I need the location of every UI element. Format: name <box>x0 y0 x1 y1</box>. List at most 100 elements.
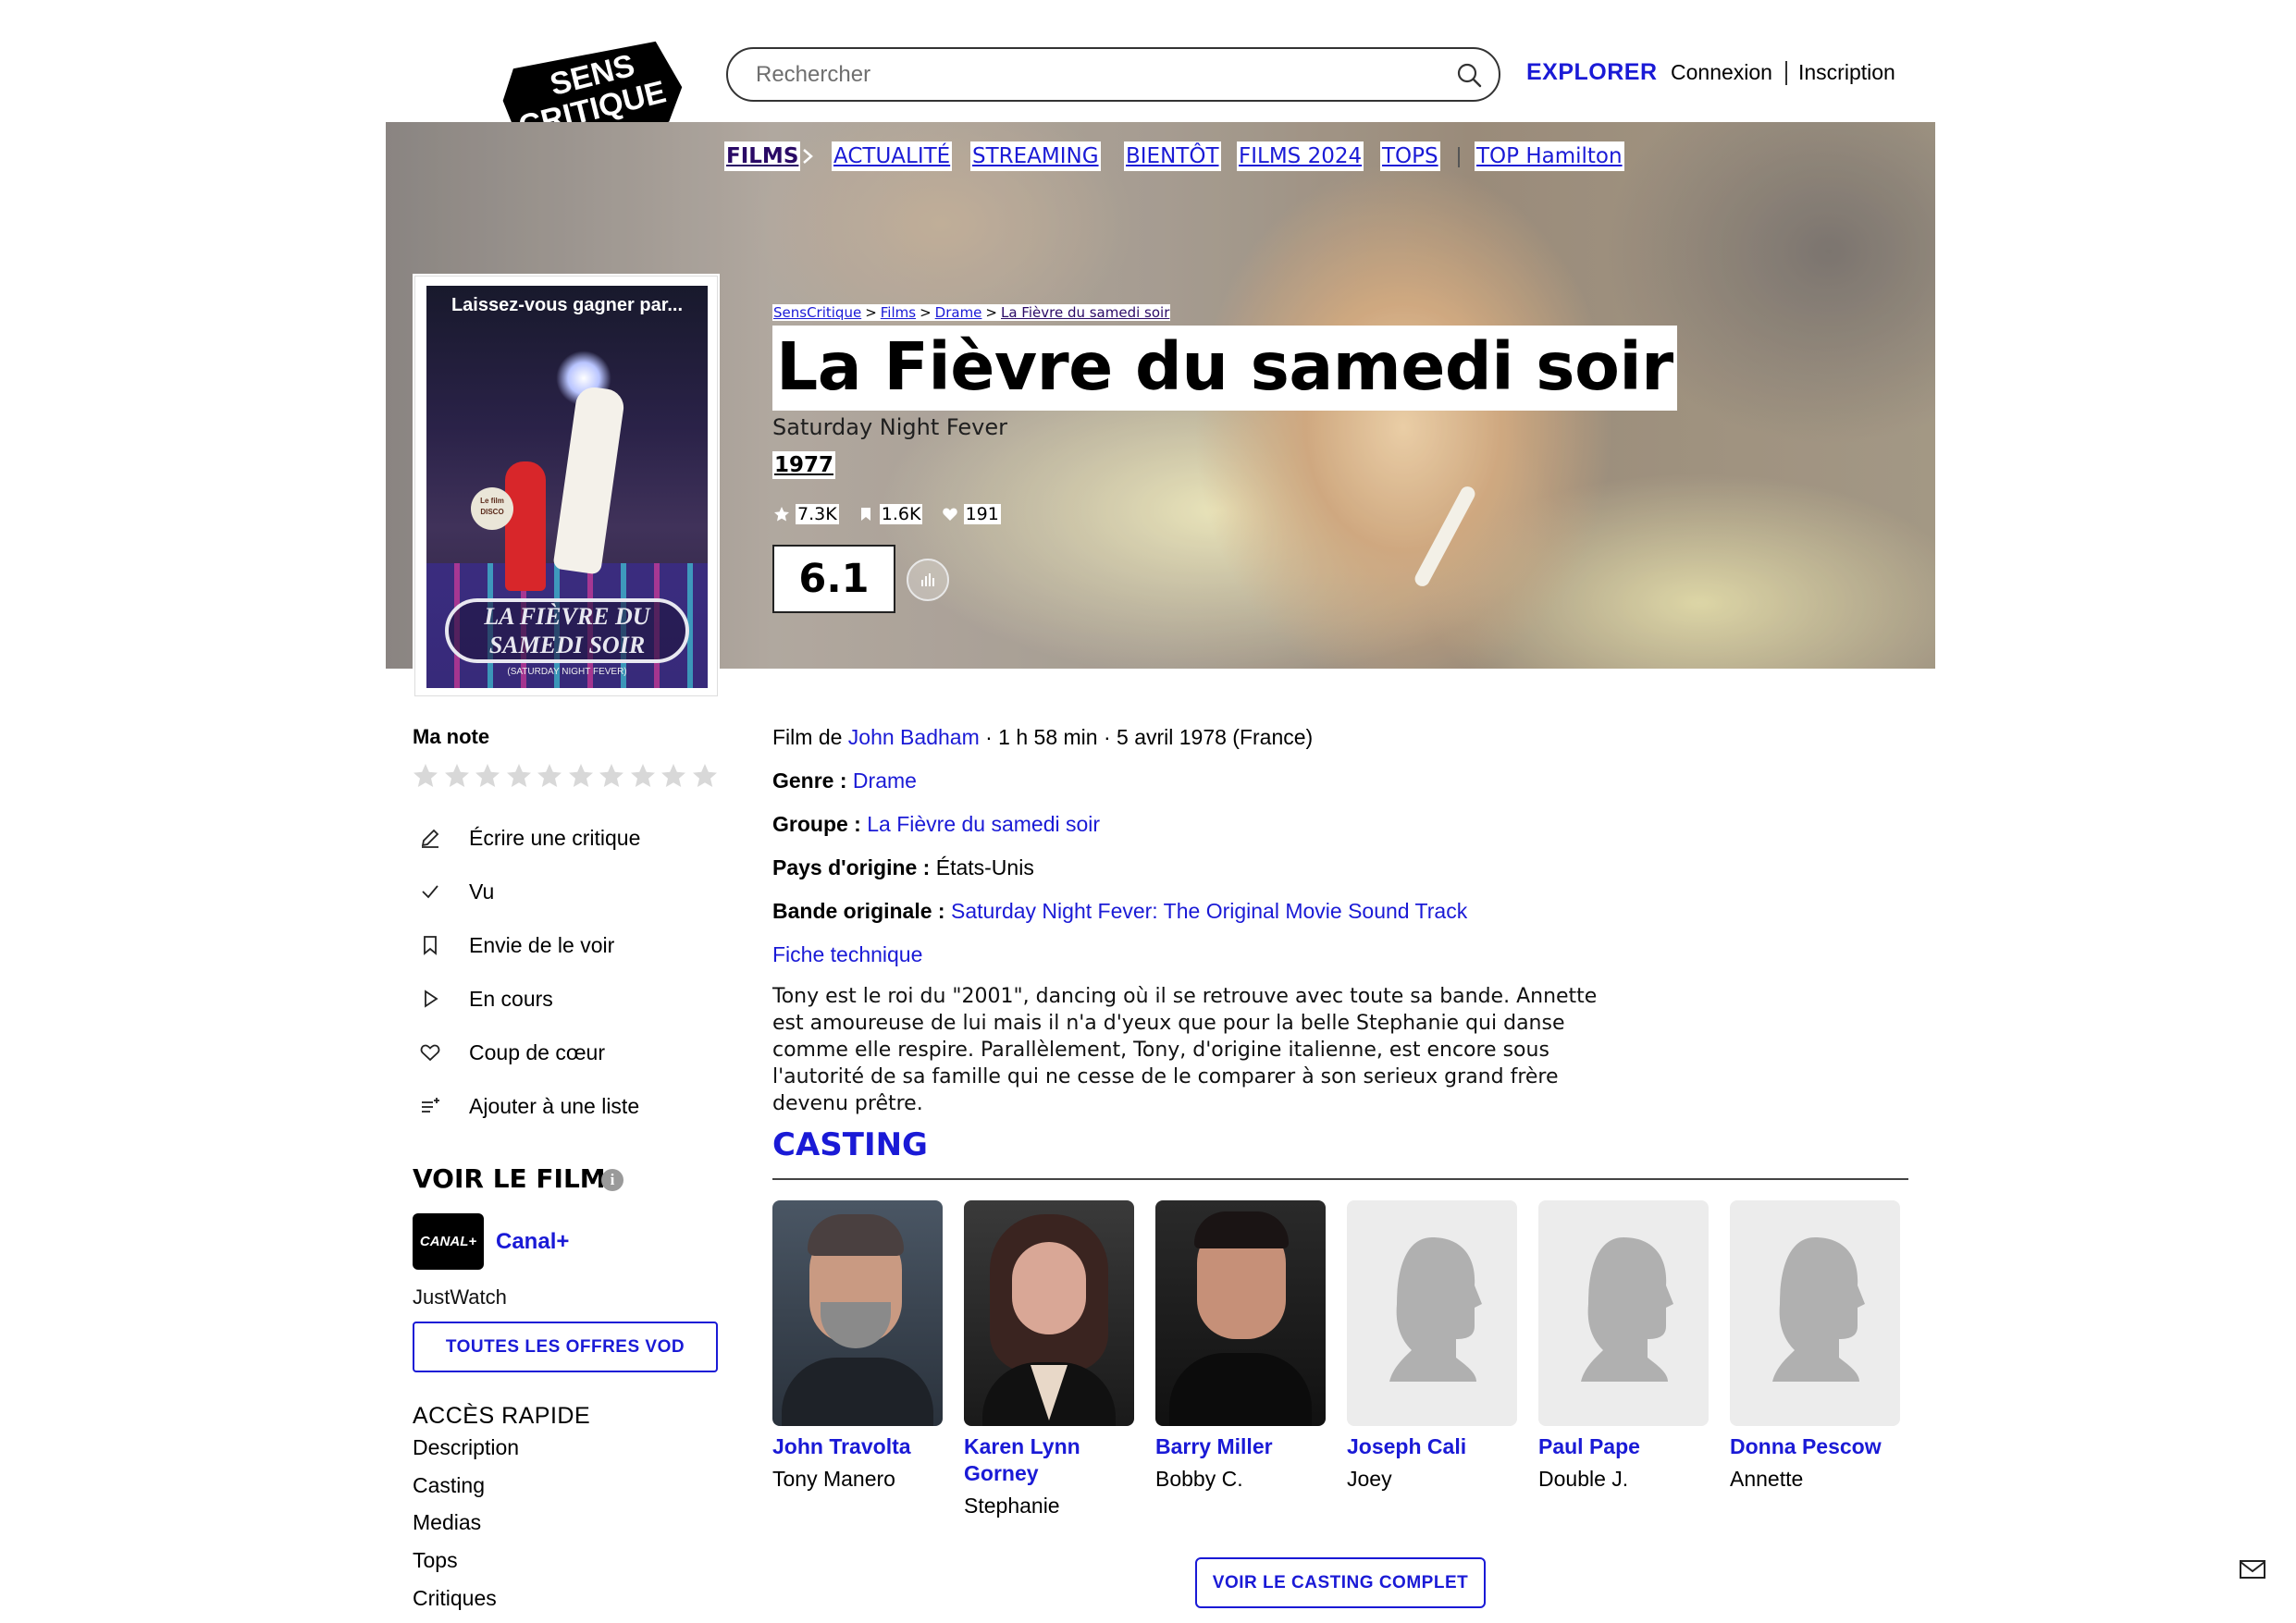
mail-icon[interactable] <box>2239 1558 2266 1580</box>
poster-subtitle: (SATURDAY NIGHT FEVER) <box>507 667 627 677</box>
check-icon <box>422 885 438 899</box>
nav-bientot[interactable]: BIENTÔT <box>1124 141 1221 171</box>
nav-streaming[interactable]: STREAMING <box>970 141 1101 171</box>
canal-plus-link[interactable]: Canal+ <box>496 1229 569 1255</box>
cast-photo-placeholder[interactable] <box>1347 1200 1517 1426</box>
wishlist-action[interactable]: Envie de le voir <box>419 929 614 961</box>
signup-link[interactable]: Inscription <box>1798 60 1895 85</box>
cast-role: Bobby C. <box>1155 1467 1243 1491</box>
director-link[interactable]: John Badham <box>848 725 980 749</box>
in-progress-action[interactable]: En cours <box>419 983 553 1014</box>
justwatch-logo[interactable]: JustWatch <box>413 1285 507 1309</box>
cast-photo-placeholder[interactable] <box>1730 1200 1900 1426</box>
cast-name[interactable]: Karen Lynn Gorney <box>964 1433 1135 1487</box>
canal-plus-logo[interactable]: CANAL+ <box>413 1213 484 1270</box>
rating-star-icon[interactable] <box>535 761 564 791</box>
poster-artwork: Laissez-vous gagner par... Le film DISCO… <box>426 286 708 688</box>
rating-star-icon[interactable] <box>597 761 626 791</box>
star-icon <box>774 507 789 522</box>
watch-section-title: VOIR LE FILM <box>413 1163 606 1194</box>
search-icon[interactable] <box>1456 62 1482 88</box>
cast-name[interactable]: Paul Pape <box>1538 1433 1710 1460</box>
group-link[interactable]: La Fièvre du samedi soir <box>867 812 1100 836</box>
release-year[interactable]: 1977 <box>772 451 836 479</box>
poster-tagline: Laissez-vous gagner par... <box>451 295 684 315</box>
seen-action[interactable]: Vu <box>419 876 494 907</box>
cast-card[interactable]: Paul Pape Double J. <box>1538 1200 1710 1493</box>
rating-star-icon[interactable] <box>411 761 440 791</box>
cast-photo[interactable] <box>1155 1200 1326 1426</box>
movie-stats: 7.3K 1.6K 191 <box>772 504 1014 530</box>
breadcrumb-senscritique[interactable]: SensCritique <box>772 304 863 321</box>
tech-sheet-link[interactable]: Fiche technique <box>772 942 922 966</box>
cast-role: Tony Manero <box>772 1467 895 1491</box>
rating-star-icon[interactable] <box>690 761 720 791</box>
nav-divider <box>1458 147 1460 167</box>
rating-star-icon[interactable] <box>566 761 596 791</box>
soundtrack-link[interactable]: Saturday Night Fever: The Original Movie… <box>951 899 1467 923</box>
cast-name[interactable]: John Travolta <box>772 1433 944 1460</box>
casting-title: CASTING <box>772 1126 928 1163</box>
rating-star-icon[interactable] <box>473 761 502 791</box>
quick-link-description[interactable]: Description <box>413 1435 519 1460</box>
nav-actualite[interactable]: ACTUALITÉ <box>832 141 953 171</box>
bar-chart-icon <box>921 573 934 586</box>
cast-name[interactable]: Joseph Cali <box>1347 1433 1518 1460</box>
cast-card[interactable]: John Travolta Tony Manero <box>772 1200 944 1493</box>
cast-card[interactable]: Joseph Cali Joey <box>1347 1200 1518 1493</box>
explorer-link[interactable]: EXPLORER <box>1526 59 1658 86</box>
header-divider <box>1785 61 1787 85</box>
search-bar[interactable] <box>726 47 1500 102</box>
write-review-action[interactable]: Écrire une critique <box>419 822 640 854</box>
nav-top-hamilton[interactable]: TOP Hamilton <box>1475 141 1624 171</box>
login-link[interactable]: Connexion <box>1671 60 1772 85</box>
cast-role: Annette <box>1730 1467 1804 1491</box>
nav-films[interactable]: FILMS <box>724 141 801 171</box>
cast-photo[interactable] <box>964 1200 1134 1426</box>
breadcrumb-drame[interactable]: Drame <box>933 304 983 321</box>
cast-role: Double J. <box>1538 1467 1629 1491</box>
quick-link-casting[interactable]: Casting <box>413 1473 485 1498</box>
breadcrumb-films[interactable]: Films <box>879 304 918 321</box>
rating-star-icon[interactable] <box>628 761 658 791</box>
movie-title: La Fièvre du samedi soir <box>772 326 1677 411</box>
rating-star-icon[interactable] <box>442 761 472 791</box>
quick-link-medias[interactable]: Medias <box>413 1510 481 1535</box>
cast-photo-placeholder[interactable] <box>1538 1200 1709 1426</box>
pencil-icon <box>421 829 439 848</box>
rating-star-icon[interactable] <box>659 761 688 791</box>
quick-link-critiques[interactable]: Critiques <box>413 1586 497 1611</box>
search-input[interactable] <box>756 49 1440 100</box>
quick-link-tops[interactable]: Tops <box>413 1548 458 1573</box>
quick-access-title: ACCÈS RAPIDE <box>413 1403 591 1429</box>
ratings-count: 7.3K <box>772 504 839 524</box>
cast-card[interactable]: Donna Pescow Annette <box>1730 1200 1901 1493</box>
cast-card[interactable]: Karen Lynn Gorney Stephanie <box>964 1200 1135 1519</box>
nav-tops[interactable]: TOPS <box>1380 141 1440 171</box>
genre-link[interactable]: Drame <box>853 768 917 793</box>
bookmark-icon <box>860 508 870 521</box>
average-rating: 6.1 <box>772 545 895 613</box>
info-icon[interactable]: i <box>601 1169 623 1191</box>
full-cast-button[interactable]: VOIR LE CASTING COMPLET <box>1195 1557 1486 1608</box>
my-rating-stars[interactable] <box>411 761 721 793</box>
my-rating-label: Ma note <box>413 725 490 748</box>
tech-sheet-line: Fiche technique <box>772 942 922 967</box>
wishlist-count: 1.6K <box>857 504 923 524</box>
all-vod-offers-button[interactable]: TOUTES LES OFFRES VOD <box>413 1322 718 1372</box>
cast-name[interactable]: Donna Pescow <box>1730 1433 1901 1460</box>
genre-line: Genre : Drame <box>772 768 917 793</box>
cast-name[interactable]: Barry Miller <box>1155 1433 1327 1460</box>
person-silhouette-icon <box>1581 1237 1673 1382</box>
nav-films-2024[interactable]: FILMS 2024 <box>1237 141 1364 171</box>
poster-badge: Le film DISCO <box>471 487 513 530</box>
cast-photo[interactable] <box>772 1200 943 1426</box>
favorite-action[interactable]: Coup de cœur <box>419 1037 605 1068</box>
breadcrumb-current[interactable]: La Fièvre du samedi soir <box>999 304 1171 321</box>
rating-distribution-button[interactable] <box>907 559 949 601</box>
add-to-list-action[interactable]: Ajouter à une liste <box>419 1090 639 1122</box>
poster-figure <box>505 461 546 591</box>
rating-star-icon[interactable] <box>504 761 534 791</box>
movie-poster[interactable]: Laissez-vous gagner par... Le film DISCO… <box>414 276 718 696</box>
cast-card[interactable]: Barry Miller Bobby C. <box>1155 1200 1327 1493</box>
